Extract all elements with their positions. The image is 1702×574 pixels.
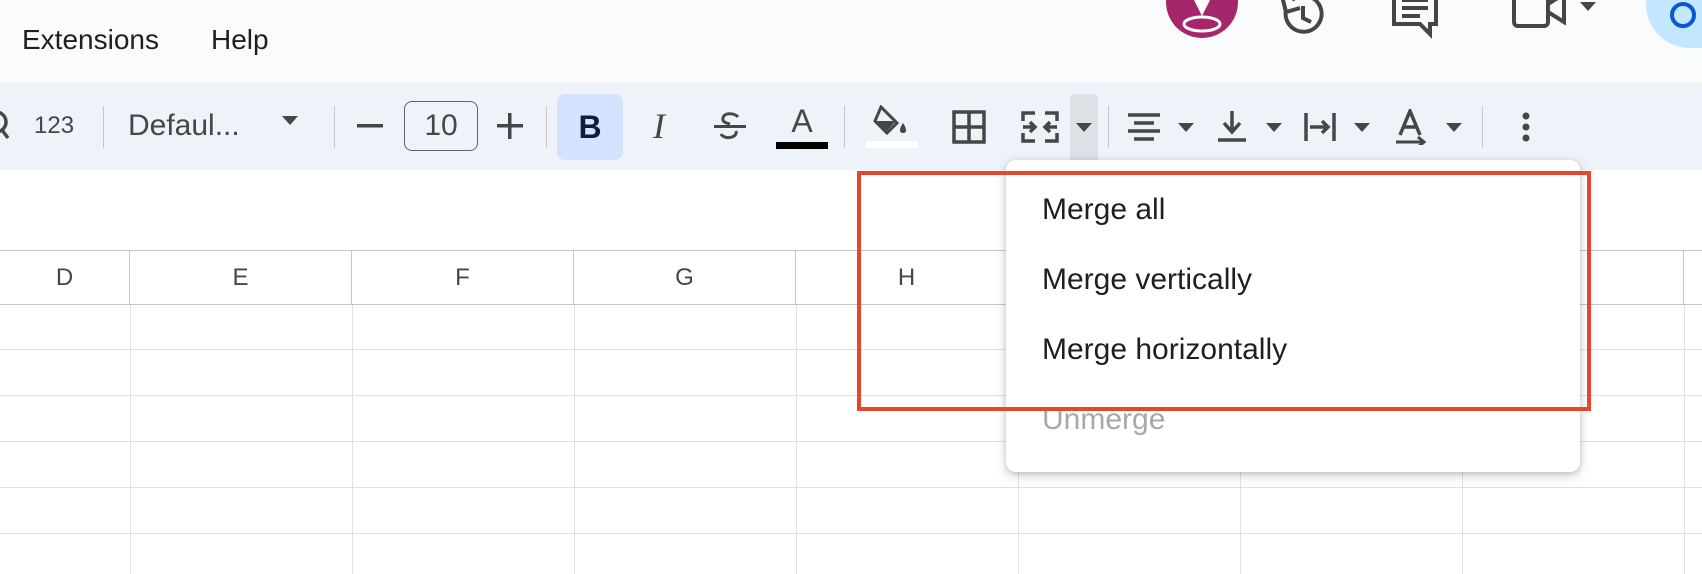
comment-icon[interactable] <box>1390 0 1440 45</box>
column-gridline <box>574 305 575 574</box>
toolbar: 123 Defaul... 10 B I A <box>0 82 1702 170</box>
more-options-button[interactable] <box>1508 104 1544 150</box>
column-gridline <box>352 305 353 574</box>
borders-icon <box>952 110 986 144</box>
history-icon[interactable] <box>1278 0 1328 45</box>
menu-item-merge-horizontally[interactable]: Merge horizontally <box>1042 330 1287 370</box>
font-family-select[interactable]: Defaul... <box>128 102 308 150</box>
share-button[interactable] <box>1646 0 1702 48</box>
paint-bucket-icon <box>873 104 906 135</box>
merge-cells-button[interactable] <box>1016 104 1064 150</box>
menu-help[interactable]: Help <box>211 22 269 58</box>
column-gridline <box>796 305 797 574</box>
column-header-d[interactable]: D <box>0 251 130 304</box>
column-header-g[interactable]: G <box>574 251 796 304</box>
row-gridline <box>0 533 1702 534</box>
toolbar-divider <box>546 106 547 148</box>
align-bottom-icon <box>1218 111 1282 142</box>
align-center-icon <box>1128 113 1194 141</box>
toolbar-divider <box>844 106 845 148</box>
strikethrough-icon <box>714 112 746 140</box>
share-icon <box>1668 0 1698 35</box>
toolbar-divider <box>103 106 104 148</box>
text-wrapping-button[interactable] <box>1300 104 1372 150</box>
fill-color-swatch <box>866 140 918 148</box>
video-camera-icon[interactable] <box>1512 0 1568 45</box>
text-rotation-button[interactable] <box>1392 104 1464 150</box>
toolbar-divider <box>1108 106 1109 148</box>
font-size-input[interactable]: 10 <box>404 101 478 151</box>
row-gridline <box>0 487 1702 488</box>
bold-button[interactable]: B <box>557 94 623 160</box>
text-color-button[interactable]: A <box>774 96 830 156</box>
user-avatar-icon[interactable] <box>1166 0 1238 38</box>
menu-item-unmerge: Unmerge <box>1042 403 1166 436</box>
chevron-down-icon[interactable] <box>1578 0 1598 19</box>
toolbar-divider <box>1482 106 1483 148</box>
minus-icon <box>357 124 383 128</box>
increase-font-size-button[interactable] <box>490 104 530 148</box>
font-family-value: Defaul... <box>128 109 240 142</box>
strikethrough-button[interactable] <box>706 102 754 150</box>
text-color-icon: A <box>791 102 813 139</box>
plus-icon <box>497 113 523 139</box>
chevron-down-icon <box>280 114 300 133</box>
chevron-down-icon <box>1076 123 1092 132</box>
toolbar-divider <box>334 106 335 148</box>
more-vertical-icon <box>1522 112 1530 142</box>
column-header-f[interactable]: F <box>352 251 574 304</box>
merge-cells-icon <box>1021 111 1059 143</box>
text-color-swatch <box>776 141 828 149</box>
menu-item-merge-vertically[interactable]: Merge vertically <box>1042 260 1252 300</box>
borders-button[interactable] <box>946 104 992 150</box>
fill-color-button[interactable] <box>864 96 920 156</box>
column-gridline <box>1684 305 1685 574</box>
menu-extensions[interactable]: Extensions <box>22 22 159 58</box>
menu-item-merge-all[interactable]: Merge all <box>1042 190 1165 230</box>
text-wrap-icon <box>1304 113 1370 141</box>
merge-cells-menu: Merge all Merge vertically Merge horizon… <box>1006 160 1580 472</box>
decrease-font-size-button[interactable] <box>350 104 390 148</box>
italic-button[interactable]: I <box>636 102 682 150</box>
column-header-e[interactable]: E <box>130 251 352 304</box>
column-header-h[interactable]: H <box>796 251 1018 304</box>
column-gridline <box>130 305 131 574</box>
vertical-align-button[interactable] <box>1212 104 1284 150</box>
menu-bar: Extensions Help <box>0 0 1702 82</box>
horizontal-align-button[interactable] <box>1124 104 1196 150</box>
merge-type-dropdown-button[interactable] <box>1070 94 1098 162</box>
text-rotation-icon <box>1396 109 1462 145</box>
more-formats-button[interactable]: 123 <box>34 106 74 146</box>
zoom-icon[interactable] <box>0 104 12 148</box>
